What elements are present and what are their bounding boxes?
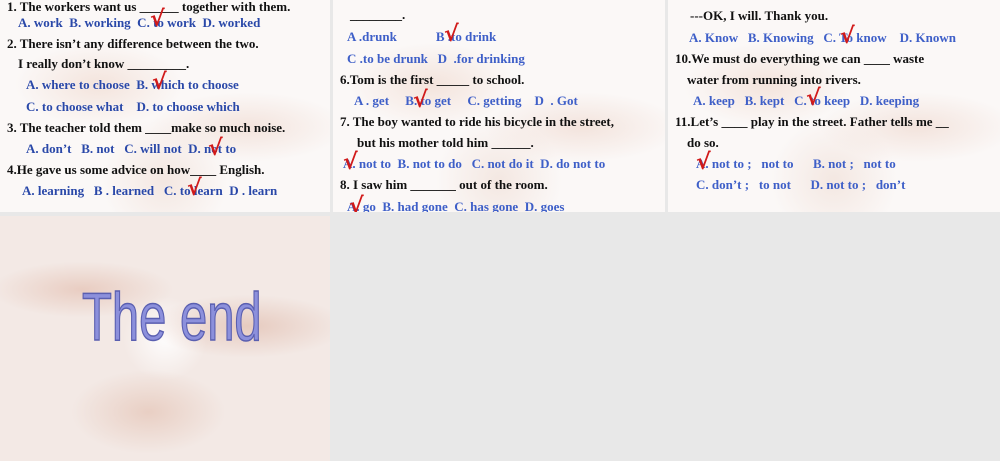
question-11-line-2: do so. (687, 135, 719, 150)
slide-thumbnail-questions-5-8[interactable]: ________. A .drunk B .to drink C .to be … (333, 0, 665, 212)
check-mark-icon: √ (696, 150, 711, 175)
check-mark-icon: √ (444, 22, 459, 47)
question-3: 3. The teacher told them ____make so muc… (7, 120, 286, 135)
question-1: 1. The workers want us ______ together w… (7, 0, 291, 14)
question-5-options-cd: C .to be drunk D .for drinking (347, 51, 525, 66)
question-2: 2. There isn’t any difference between th… (7, 36, 259, 51)
slide-thumbnail-questions-9-11[interactable]: ---OK, I will. Thank you. A. Know B. Kno… (668, 0, 1000, 212)
question-5-blank: ________. (350, 7, 406, 22)
check-mark-icon: √ (343, 150, 358, 175)
slide-thumbnail-questions-1-4[interactable]: 1. The workers want us ______ together w… (0, 0, 330, 212)
question-4: 4.He gave us some advice on how____ Engl… (7, 162, 265, 177)
question-10-line-2: water from running into rivers. (687, 72, 861, 87)
question-9-response: ---OK, I will. Thank you. (690, 8, 829, 23)
question-9-options: A. Know B. Knowing C. To know D. Known (689, 30, 956, 45)
question-2-options-ab: A. where to choose B. which to choose (26, 77, 239, 92)
question-8-options: A. go B. had gone C. has gone D. goes (347, 199, 565, 212)
question-5-options-ab: A .drunk B .to drink (347, 29, 497, 44)
check-mark-icon: √ (840, 24, 855, 49)
check-mark-icon: √ (152, 70, 167, 95)
question-6: 6.Tom is the first _____ to school. (340, 72, 525, 87)
check-mark-icon: √ (349, 194, 364, 213)
slide-thumbnail-the-end[interactable]: The end (0, 216, 330, 461)
check-mark-icon: √ (806, 86, 821, 111)
question-8: 8. I saw him _______ out of the room. (340, 177, 548, 192)
question-2-options-cd: C. to choose what D. to choose which (26, 99, 240, 114)
end-title: The end (81, 278, 262, 356)
question-7-line-2: but his mother told him ______. (357, 135, 534, 150)
question-6-options: A . get B. to get C. getting D . Got (354, 93, 578, 108)
question-3-options: A. don’t B. not C. will not D. not to (26, 141, 237, 156)
question-1-options: A. work B. working C. to work D. worked (18, 15, 261, 30)
question-7-options: A. not to B. not to do C. not do it D. d… (343, 156, 606, 171)
question-11-options-cd: C. don’t ; to not D. not to ; don’t (696, 177, 906, 192)
question-11-options-ab: A. not to ; not to B. not ; not to (696, 156, 896, 171)
check-mark-icon: √ (413, 88, 428, 113)
check-mark-icon: √ (208, 136, 223, 161)
question-11: 11.Let’s ____ play in the street. Father… (675, 114, 949, 129)
question-10: 10.We must do everything we can ____ was… (675, 51, 925, 66)
check-mark-icon: √ (187, 176, 202, 201)
question-7: 7. The boy wanted to ride his bicycle in… (340, 114, 614, 129)
question-4-options: A. learning B . learned C. to learn D . … (22, 183, 278, 198)
check-mark-icon: √ (150, 7, 165, 32)
